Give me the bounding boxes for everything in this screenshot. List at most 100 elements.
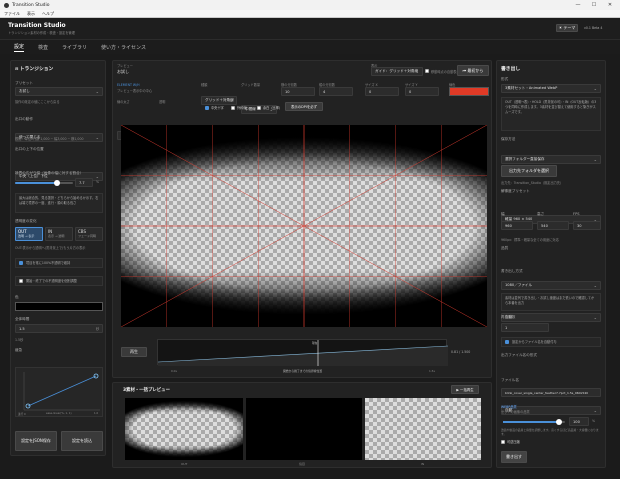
mode-in-sub: 表示 → 透明 bbox=[48, 234, 65, 238]
main-tabs: 設定 検査 ライブラリ 使い方・ライセンス bbox=[0, 40, 620, 54]
window-title: Transition Studio bbox=[12, 2, 50, 8]
tab-settings[interactable]: 設定 bbox=[14, 43, 25, 52]
app-header: Transition Studio トランジション素材の作成・検査・設定を管理 … bbox=[0, 18, 620, 40]
depth-slider-handle[interactable] bbox=[53, 180, 60, 186]
guide-type-select[interactable]: グリッド＋対角線 bbox=[201, 96, 237, 105]
loop-count-input[interactable]: 1 bbox=[501, 323, 549, 332]
view-select[interactable]: ガイド：グリッド＋対角線 bbox=[371, 67, 423, 76]
load-settings-button[interactable]: 設定を読込 bbox=[61, 431, 103, 451]
duration-label: 全体時間 bbox=[15, 317, 30, 321]
lossless-label: 可逆圧縮 bbox=[507, 440, 520, 444]
depth-input[interactable]: 7.7 bbox=[75, 178, 93, 187]
timeline-start: 0.0s bbox=[171, 369, 177, 373]
thumb-out-label: OUT bbox=[181, 462, 188, 466]
center-cross-row[interactable]: 中央十字 bbox=[205, 105, 224, 110]
preset-select[interactable]: お試し bbox=[15, 87, 103, 96]
auto-filename-row[interactable]: 設定からファイル名を自動付与 bbox=[501, 337, 601, 347]
batch-play-button[interactable]: ▶ 一括再生 bbox=[451, 385, 479, 394]
close-icon[interactable]: ✕ bbox=[602, 0, 618, 10]
thumb-out[interactable] bbox=[125, 398, 243, 460]
thumb-hold[interactable] bbox=[246, 398, 362, 460]
h-divisions-input[interactable]: 10 bbox=[281, 87, 315, 96]
play-button[interactable]: 再生 bbox=[121, 347, 147, 357]
webp-slider-handle[interactable] bbox=[555, 419, 562, 425]
choose-folder-button[interactable]: 出力先フォルダを選択 bbox=[501, 165, 557, 177]
lossless-row[interactable]: 可逆圧縮 bbox=[501, 439, 520, 444]
filename-label: ファイル名 bbox=[501, 378, 519, 382]
save-method-select[interactable]: 選択フォルダー直接保存 bbox=[501, 155, 601, 164]
timeline-svg bbox=[158, 340, 448, 366]
keep-opaque-label: 境目を常に100%不透明で維持 bbox=[26, 260, 71, 265]
webp-slider-track[interactable] bbox=[503, 419, 565, 425]
size-y-input[interactable]: 0 bbox=[405, 87, 439, 96]
menu-file[interactable]: ファイル bbox=[4, 11, 20, 17]
export-mode-select[interactable]: 自動 bbox=[501, 313, 601, 322]
mode-in-button[interactable]: IN 表示 → 透明 bbox=[45, 227, 73, 241]
save-json-button[interactable]: 設定をJSON保存 bbox=[15, 431, 57, 451]
center-cross-checkbox[interactable] bbox=[205, 105, 209, 110]
depth-slider-track[interactable] bbox=[15, 180, 73, 186]
separate-opacity-row[interactable]: 開始・終了での不透明度を個別調整 bbox=[15, 276, 103, 286]
easing-graph[interactable]: 進行 0 ease-linear(%, 1, 1) 1.0 bbox=[15, 367, 103, 417]
export-button[interactable]: 書き出す bbox=[501, 451, 527, 463]
minimize-icon[interactable]: — bbox=[570, 0, 586, 10]
preview-canvas[interactable] bbox=[121, 125, 487, 327]
title-bar: Transition Studio bbox=[0, 0, 620, 10]
resolution-label: 解像度プリセット bbox=[501, 189, 530, 193]
outline-row[interactable]: 外枠線 bbox=[231, 105, 247, 110]
timeline-mid: 開始から終了までの境界線位置 bbox=[283, 369, 323, 373]
duration-input[interactable]: 1.5 bbox=[15, 324, 103, 333]
margin-row[interactable]: 余白（比率） bbox=[257, 105, 282, 110]
direction-label: 出口の上下の位置 bbox=[15, 147, 44, 151]
format-label: 形式 bbox=[501, 77, 509, 81]
fps-input[interactable]: 30 bbox=[573, 221, 601, 230]
preview-preset-name: お試し bbox=[117, 69, 129, 74]
dpi-button[interactable]: 表示のDPIを必ず bbox=[285, 102, 323, 111]
separate-opacity-checkbox[interactable] bbox=[19, 279, 23, 283]
transition-panel: ⊟ トランジション プリセット お試し 操作の既定の値にここから戻る 出口の動作… bbox=[10, 60, 106, 456]
format-select[interactable]: 3素材セット・Animated WebP bbox=[501, 84, 601, 93]
depth-unit: % bbox=[96, 180, 100, 184]
height-input[interactable]: 540 bbox=[537, 221, 569, 230]
guide-auto-checkbox[interactable] bbox=[425, 69, 429, 73]
preview-caption: プレビュー bbox=[117, 64, 133, 68]
webp-quality-input[interactable]: 100 bbox=[569, 417, 589, 426]
timeline-end: 1.5s bbox=[429, 369, 435, 373]
separate-opacity-label: 開始・終了での不透明度を個別調整 bbox=[26, 278, 77, 283]
keep-opaque-checkbox[interactable] bbox=[19, 261, 23, 265]
auto-filename-checkbox[interactable] bbox=[505, 340, 509, 344]
v-divisions-input[interactable]: 4 bbox=[319, 87, 353, 96]
menu-bar: ファイル 表示 ヘルプ bbox=[0, 10, 620, 18]
mode-cbs-sub: フェード同時 bbox=[78, 234, 97, 238]
tab-inspect[interactable]: 検査 bbox=[38, 44, 48, 51]
filename-input[interactable]: blink_cover_single_center_feather7.7pct_… bbox=[501, 388, 601, 397]
menu-help[interactable]: ヘルプ bbox=[42, 11, 54, 17]
thumb-out-vignette bbox=[125, 398, 243, 460]
color-swatch[interactable] bbox=[15, 302, 103, 311]
size-x-input[interactable]: 0 bbox=[365, 87, 399, 96]
keep-opaque-row[interactable]: 境目を常に100%不透明で維持 bbox=[15, 258, 103, 268]
mode-out-button[interactable]: OUT 透明 → 表示 bbox=[15, 227, 43, 241]
easing-curve bbox=[27, 375, 97, 407]
quality-select[interactable]: 1080／ファイル bbox=[501, 281, 601, 290]
lossless-checkbox[interactable] bbox=[501, 439, 505, 444]
timeline[interactable]: 現在 bbox=[157, 339, 448, 366]
guide-color-swatch[interactable] bbox=[449, 87, 489, 96]
app-subtitle: トランジション素材の作成・検査・設定を管理 bbox=[8, 31, 75, 35]
color-label: 色 bbox=[15, 295, 19, 299]
menu-view[interactable]: 表示 bbox=[27, 11, 35, 17]
maximize-icon[interactable]: ☐ bbox=[586, 0, 602, 10]
mode-cbs-button[interactable]: CBS フェード同時 bbox=[75, 227, 103, 241]
tab-library[interactable]: ライブラリ bbox=[62, 44, 87, 51]
restart-button[interactable]: ⏮ 最初から bbox=[457, 65, 489, 76]
timeline-time: 0.81 / 1.500 bbox=[451, 350, 471, 354]
mode-note: OUT:表示から透明へ(黒背景上で)もう片方の表示 bbox=[15, 246, 86, 250]
outline-checkbox[interactable] bbox=[231, 105, 235, 110]
export-mode-label: 書き出し方式 bbox=[501, 269, 523, 273]
tab-usage-license[interactable]: 使い方・ライセンス bbox=[101, 44, 146, 51]
thumb-in[interactable] bbox=[365, 398, 481, 460]
width-input[interactable]: 960 bbox=[501, 221, 533, 230]
loop-count-label: 再生回数 bbox=[501, 315, 516, 319]
margin-checkbox[interactable] bbox=[257, 105, 261, 110]
theme-button[interactable]: ☀ テーマ bbox=[556, 24, 578, 32]
